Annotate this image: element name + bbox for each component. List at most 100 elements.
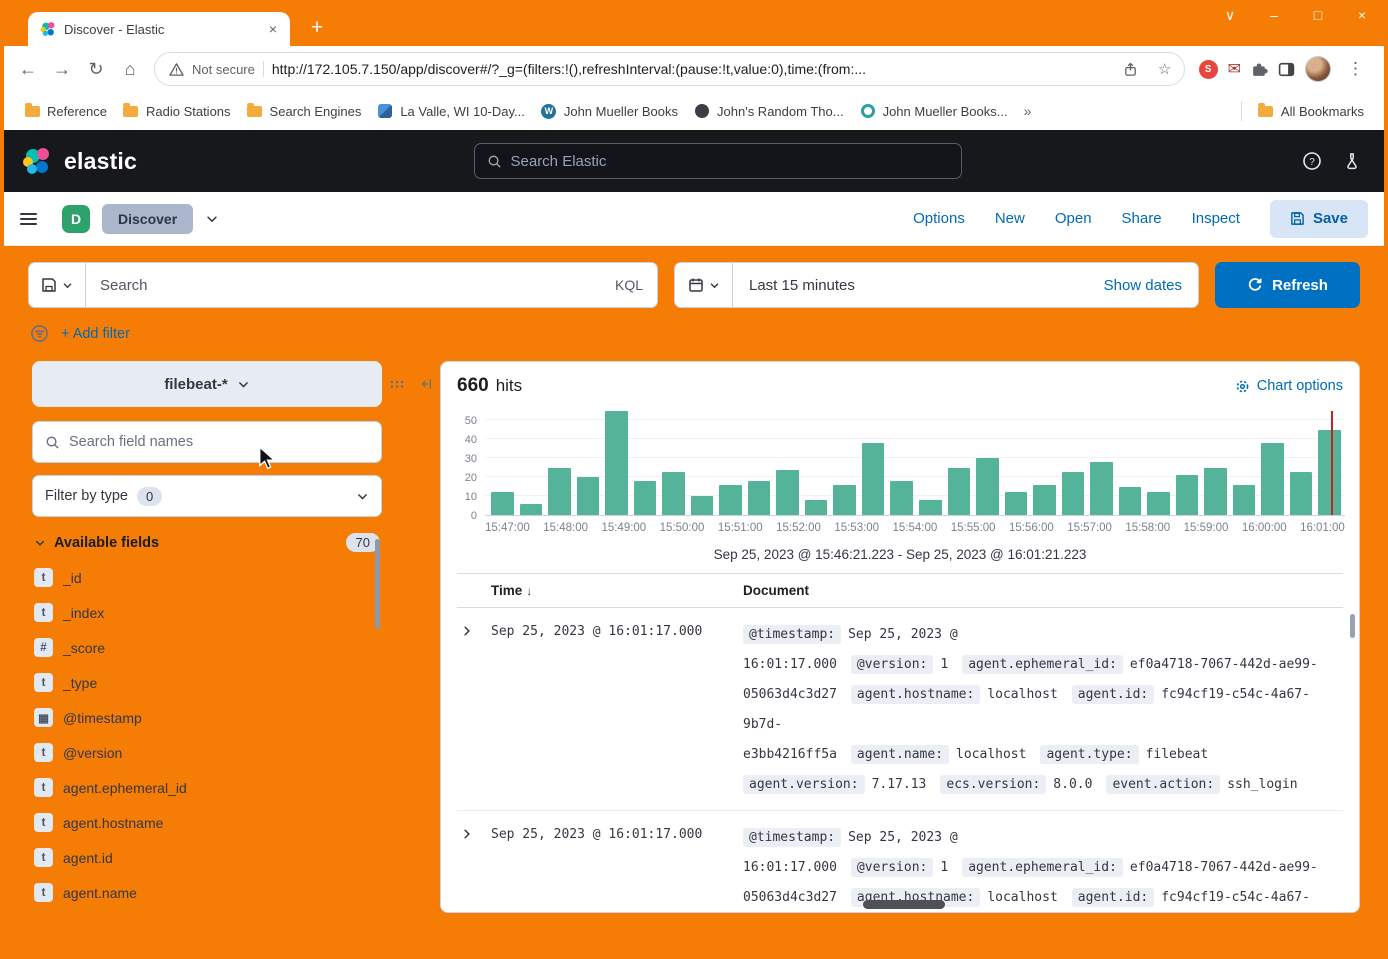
histogram-bar[interactable] xyxy=(1005,492,1028,515)
date-picker-menu-button[interactable] xyxy=(675,263,733,307)
table-vertical-scrollbar[interactable] xyxy=(1350,614,1355,638)
data-view-selector[interactable]: filebeat-* xyxy=(32,361,382,407)
available-fields-header[interactable]: Available fields 70 xyxy=(34,533,380,552)
collapse-sidebar-icon[interactable] xyxy=(418,377,434,391)
kql-label[interactable]: KQL xyxy=(615,277,643,293)
forward-icon[interactable]: → xyxy=(46,53,78,85)
field-item[interactable]: tagent.id xyxy=(32,840,382,875)
browser-menu-icon[interactable]: ⋮ xyxy=(1341,59,1370,79)
field-search[interactable] xyxy=(32,421,382,463)
bookmarks-overflow-icon[interactable]: » xyxy=(1016,103,1040,119)
elastic-logo[interactable] xyxy=(22,146,52,176)
histogram-bar[interactable] xyxy=(1261,443,1284,515)
minimize-icon[interactable]: – xyxy=(1266,7,1282,24)
histogram-bar[interactable] xyxy=(491,492,514,515)
histogram-bar[interactable] xyxy=(805,500,828,515)
histogram-bar[interactable] xyxy=(862,443,885,515)
chart-options-button[interactable]: Chart options xyxy=(1235,378,1343,394)
bookmark-item[interactable]: John's Random Tho... xyxy=(686,99,852,123)
add-filter-link[interactable]: + Add filter xyxy=(61,326,130,342)
field-item[interactable]: ▦@timestamp xyxy=(32,700,382,735)
histogram-bar[interactable] xyxy=(1062,472,1085,515)
url-text[interactable]: http://172.105.7.150/app/discover#/?_g=(… xyxy=(272,61,1110,77)
new-tab-button[interactable]: + xyxy=(304,15,330,41)
histogram-bar[interactable] xyxy=(605,411,628,515)
histogram-bar[interactable] xyxy=(976,458,999,515)
field-item[interactable]: t_index xyxy=(32,595,382,630)
field-item[interactable]: tagent.name xyxy=(32,875,382,910)
time-column-header[interactable]: Time ↓ xyxy=(491,583,743,598)
tab-close-icon[interactable]: × xyxy=(264,21,282,37)
histogram-bar[interactable] xyxy=(776,470,799,515)
profile-avatar[interactable] xyxy=(1305,56,1331,82)
window-chevron-icon[interactable]: ∨ xyxy=(1222,7,1238,24)
histogram-bar[interactable] xyxy=(1290,472,1313,515)
histogram-bar[interactable] xyxy=(1033,485,1056,515)
sort-descending-icon[interactable]: ↓ xyxy=(526,584,532,598)
share-link[interactable]: Share xyxy=(1122,210,1162,227)
back-icon[interactable]: ← xyxy=(12,53,44,85)
histogram-bar[interactable] xyxy=(833,485,856,515)
time-range-value[interactable]: Last 15 minutes xyxy=(733,277,855,294)
bookmark-item[interactable]: La Valle, WI 10-Day... xyxy=(369,99,533,123)
bookmark-item[interactable]: Search Engines xyxy=(239,99,370,123)
new-link[interactable]: New xyxy=(995,210,1025,227)
hamburger-menu-icon[interactable] xyxy=(20,204,50,234)
field-item[interactable]: t_id xyxy=(32,560,382,595)
saved-query-menu-button[interactable] xyxy=(28,262,86,308)
home-icon[interactable]: ⌂ xyxy=(114,53,146,85)
bookmark-item[interactable]: Reference xyxy=(16,99,115,123)
extensions-puzzle-icon[interactable] xyxy=(1251,61,1268,78)
histogram-bar[interactable] xyxy=(520,504,543,515)
field-item[interactable]: t@version xyxy=(32,735,382,770)
options-link[interactable]: Options xyxy=(913,210,965,227)
open-link[interactable]: Open xyxy=(1055,210,1092,227)
histogram-bar[interactable] xyxy=(919,500,942,515)
field-item[interactable]: tagent.hostname xyxy=(32,805,382,840)
help-icon[interactable]: ? xyxy=(1298,147,1326,175)
global-search-input[interactable] xyxy=(511,153,949,170)
histogram-bar[interactable] xyxy=(1176,475,1199,515)
refresh-button[interactable]: Refresh xyxy=(1215,262,1360,308)
mail-extension-icon[interactable]: ✉ xyxy=(1228,59,1241,79)
query-input-wrap[interactable]: KQL xyxy=(86,262,658,308)
expand-row-button[interactable] xyxy=(457,823,491,840)
histogram-bar[interactable] xyxy=(577,477,600,515)
field-item[interactable]: tagent.ephemeral_id xyxy=(32,770,382,805)
bookmark-item[interactable]: WJohn Mueller Books xyxy=(533,99,686,123)
histogram-bar[interactable] xyxy=(719,485,742,515)
reload-icon[interactable]: ↻ xyxy=(80,53,112,85)
share-icon[interactable] xyxy=(1118,56,1144,82)
bookmark-star-icon[interactable]: ☆ xyxy=(1152,56,1178,82)
histogram-bar[interactable] xyxy=(890,481,913,515)
show-dates-link[interactable]: Show dates xyxy=(1104,277,1198,294)
table-horizontal-scrollbar[interactable] xyxy=(863,900,945,909)
sidebar-scrollbar[interactable] xyxy=(375,539,380,629)
histogram-bar[interactable] xyxy=(948,468,971,515)
address-bar[interactable]: Not secure http://172.105.7.150/app/disc… xyxy=(154,52,1185,86)
histogram-bar[interactable] xyxy=(1119,487,1142,515)
close-icon[interactable]: × xyxy=(1354,7,1370,24)
histogram-bar[interactable] xyxy=(662,472,685,515)
expand-row-button[interactable] xyxy=(457,620,491,637)
inspect-link[interactable]: Inspect xyxy=(1192,210,1240,227)
field-search-input[interactable] xyxy=(69,434,369,450)
histogram-bar[interactable] xyxy=(1233,485,1256,515)
field-item[interactable]: t_type xyxy=(32,665,382,700)
save-button[interactable]: Save xyxy=(1270,200,1368,238)
histogram-bar[interactable] xyxy=(1147,492,1170,515)
breadcrumb[interactable]: Discover xyxy=(102,204,193,234)
all-bookmarks[interactable]: All Bookmarks xyxy=(1250,99,1372,123)
side-panel-icon[interactable] xyxy=(1278,61,1295,78)
browser-tab[interactable]: Discover - Elastic × xyxy=(28,12,290,46)
histogram-bar[interactable] xyxy=(1204,468,1227,515)
histogram-bar[interactable] xyxy=(548,468,571,515)
histogram-bar[interactable] xyxy=(1090,462,1113,515)
drag-dots-icon[interactable] xyxy=(389,377,405,391)
maximize-icon[interactable]: □ xyxy=(1310,7,1326,24)
histogram-bar[interactable] xyxy=(634,481,657,515)
filter-by-type[interactable]: Filter by type 0 xyxy=(32,475,382,517)
filter-icon[interactable] xyxy=(30,324,49,343)
histogram-bar[interactable] xyxy=(748,481,771,515)
extension-red-icon[interactable]: S xyxy=(1199,60,1218,79)
